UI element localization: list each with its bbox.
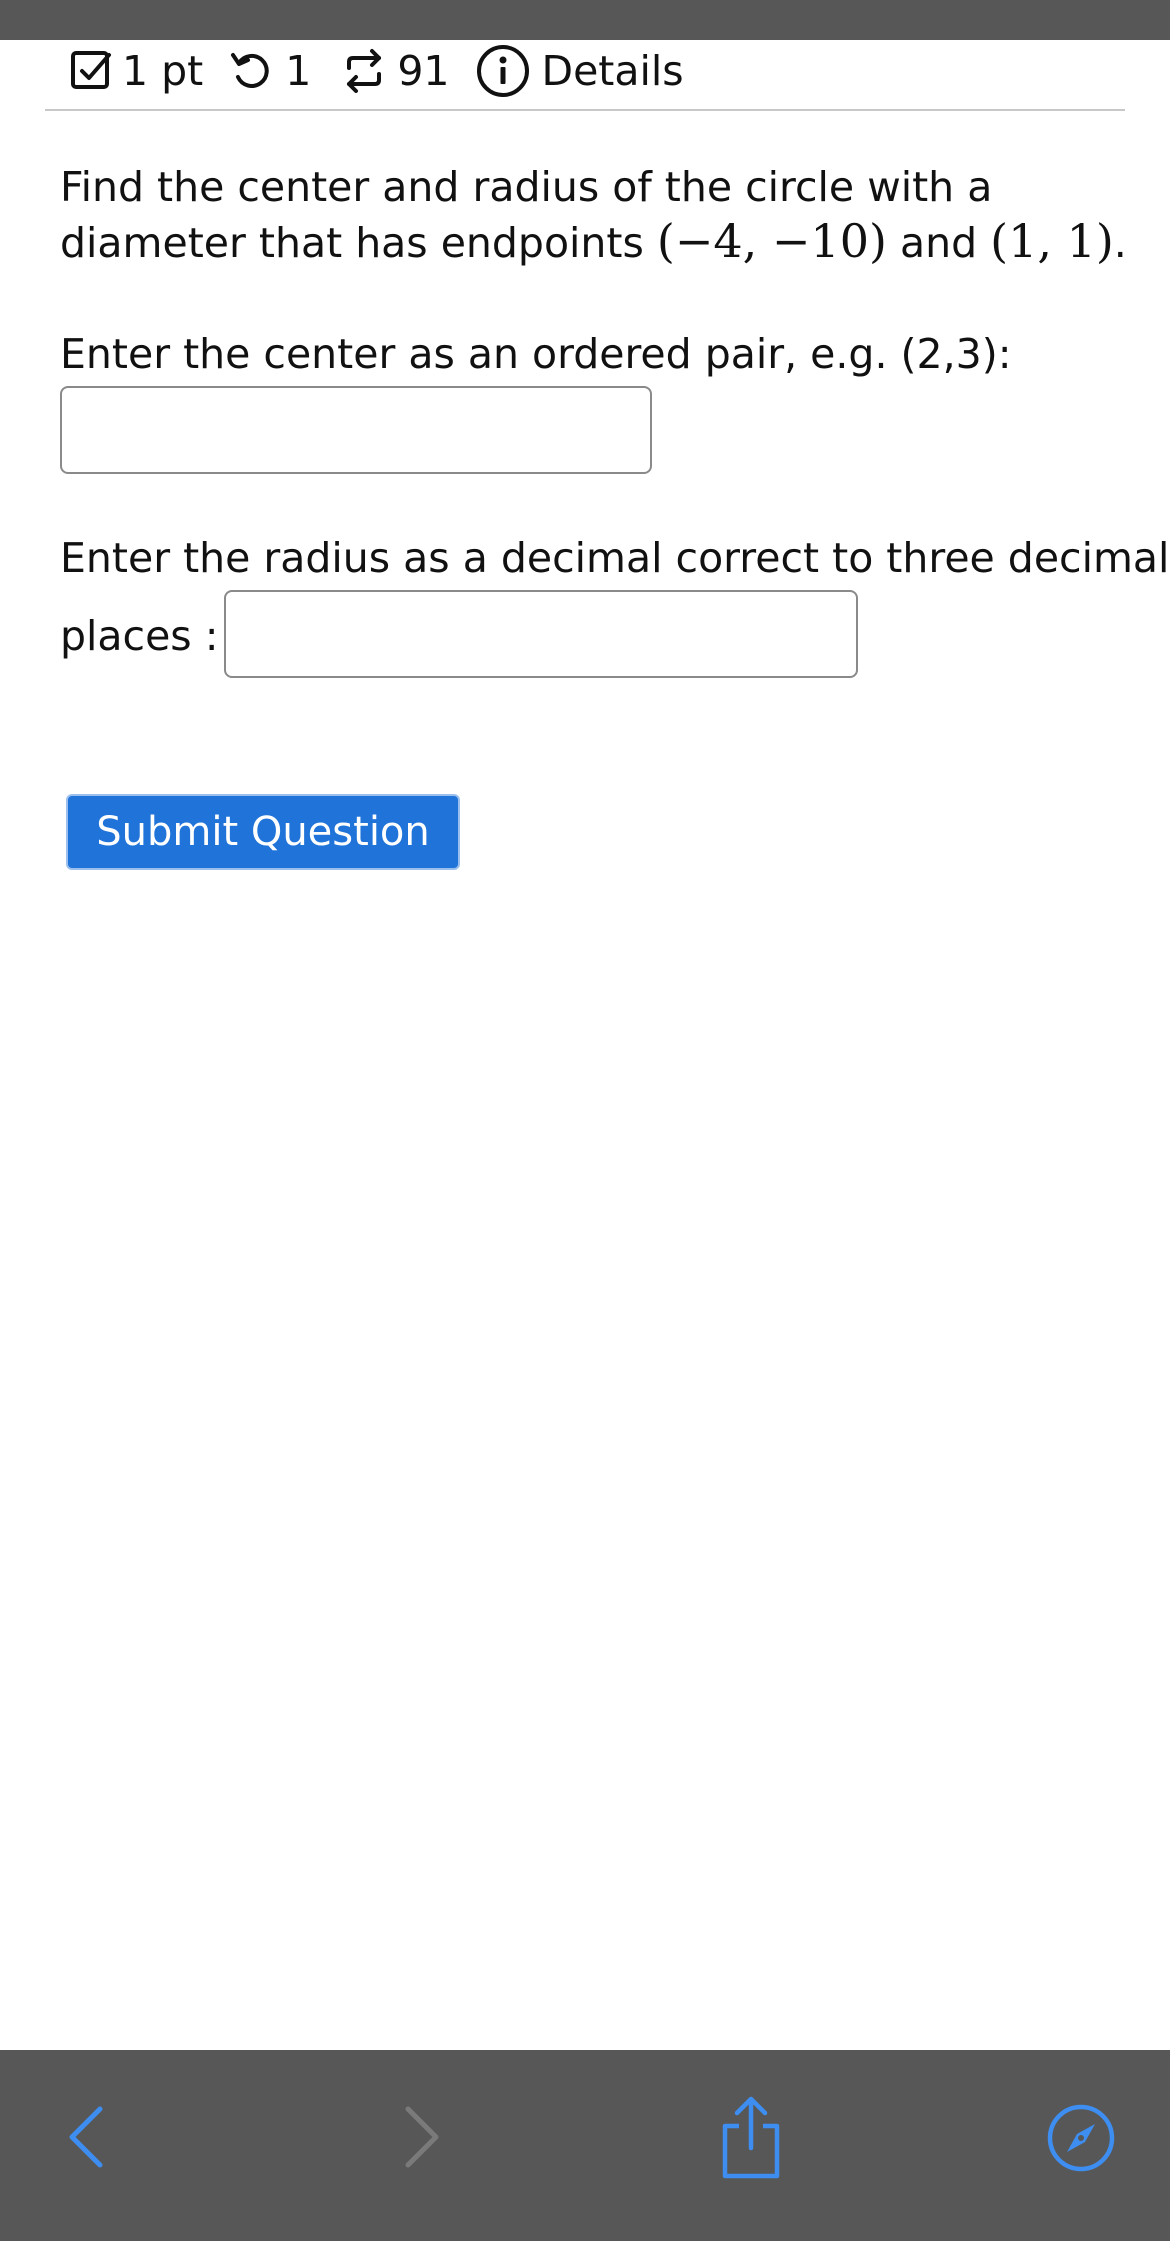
share-icon	[722, 2096, 780, 2179]
attempts-item: 91	[341, 47, 450, 95]
question-text-end: .	[1113, 219, 1127, 267]
details-label: Details	[541, 47, 684, 95]
chevron-right-icon	[405, 2106, 439, 2168]
center-prompt: Enter the center as an ordered pair, e.g…	[60, 330, 1012, 378]
back-button[interactable]	[46, 2092, 126, 2182]
points-item: 1 pt	[70, 47, 203, 95]
repeat-icon	[341, 48, 387, 94]
center-input[interactable]	[60, 386, 652, 474]
radius-prompt-continued: places :	[60, 612, 219, 660]
retries-count: 1	[285, 47, 312, 95]
header-divider	[45, 109, 1125, 111]
points-label: 1 pt	[122, 47, 204, 95]
retries-item: 1	[229, 47, 311, 95]
retry-icon	[229, 49, 273, 93]
details-button[interactable]: Details	[476, 44, 684, 98]
chevron-left-icon	[69, 2106, 103, 2168]
share-button[interactable]	[706, 2088, 796, 2188]
browser-toolbar	[0, 2050, 1170, 2241]
endpoint-b: (1, 1)	[990, 214, 1114, 268]
question-meta-bar: 1 pt 1 91 Details	[70, 40, 684, 102]
question-text-and: and	[886, 219, 991, 267]
compass-icon	[1047, 2104, 1115, 2172]
browser-top-strip	[0, 0, 1170, 40]
attempts-count: 91	[397, 47, 450, 95]
submit-question-button[interactable]: Submit Question	[66, 794, 460, 870]
endpoint-a: (−4, −10)	[656, 214, 887, 268]
forward-button[interactable]	[382, 2092, 462, 2182]
radius-prompt: Enter the radius as a decimal correct to…	[60, 534, 1170, 582]
radius-input[interactable]	[224, 590, 858, 678]
checkbox-icon	[70, 50, 112, 92]
info-icon	[476, 44, 530, 98]
question-text: Find the center and radius of the circle…	[60, 160, 1140, 270]
safari-button[interactable]	[1032, 2088, 1130, 2188]
